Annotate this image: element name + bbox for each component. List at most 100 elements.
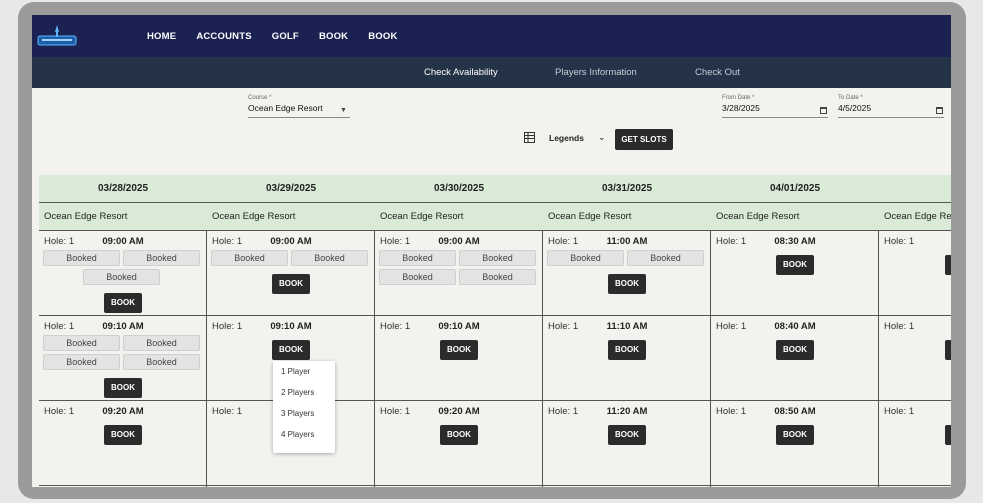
tee-time: 11:10 AM [606, 321, 648, 332]
tee-time-slot: Hole: 1 09:10 AM Booked Booked Booked Booked B… [39, 316, 207, 401]
day-column: 04Ocean Edge ResoHole: 1BOOKHole: 1BOOKH… [879, 175, 951, 487]
tee-time-slot: Hole: 1 BOOK [879, 231, 951, 316]
step-check-out[interactable]: Check Out [695, 57, 740, 88]
booked-chip: Booked [547, 250, 624, 266]
book-button[interactable]: BOOK [608, 340, 646, 360]
booked-chip: Booked [83, 269, 160, 285]
booked-chip: Booked [123, 250, 200, 266]
from-date-label: From Date * [722, 95, 755, 101]
book-button[interactable]: BOOK [272, 340, 310, 360]
day-column-date: 04/01/2025 [711, 175, 879, 203]
book-button[interactable]: BOOK [608, 425, 646, 445]
chevron-down-icon: ⌄ [597, 132, 606, 142]
tee-time-slot: Hole: 1 08:30 AM BOOK [711, 231, 879, 316]
player-count-menu: 1 Player 2 Players 3 Players 4 Players [273, 361, 335, 453]
from-date-value: 3/28/2025 [722, 103, 760, 113]
book-button[interactable]: BOOK [945, 255, 951, 275]
to-date-value: 4/5/2025 [838, 103, 872, 113]
legends-label: Legends [549, 132, 584, 143]
hole-label: Hole: 1 [884, 321, 915, 332]
booked-chip: Booked [43, 335, 120, 351]
book-button[interactable]: BOOK [104, 425, 142, 445]
nav-book[interactable]: BOOK [319, 31, 348, 42]
tee-time: 09:00 AM [438, 236, 480, 247]
tee-time-slot: Hole: 1 09:20 AM BOOK [375, 401, 543, 486]
nav-golf[interactable]: GOLF [272, 31, 299, 42]
menu-item-3-players[interactable]: 3 Players [273, 403, 335, 424]
nav-book-2[interactable]: BOOK [368, 31, 397, 42]
day-column-date: 03/28/2025 [39, 175, 207, 203]
to-date-field[interactable]: To Date * 4/5/2025 [838, 95, 944, 118]
booked-chip: Booked [291, 250, 368, 266]
day-column: 04/01/2025 Ocean Edge Resort Hole: 1 08:30 … [711, 175, 879, 487]
book-button[interactable]: BOOK [104, 378, 142, 398]
book-button[interactable]: BOOK [776, 340, 814, 360]
booked-chip: Booked [211, 250, 288, 266]
step-players-information[interactable]: Players Information [555, 57, 637, 88]
tee-time: 09:20 AM [102, 406, 144, 417]
day-column-course: Ocean Edge Resort [543, 203, 711, 231]
step-check-availability[interactable]: Check Availability [424, 57, 498, 88]
booked-chip: Booked [123, 335, 200, 351]
tee-time-slot: Hole: 1 09:00 AM Booked Booked BOOK [207, 231, 375, 316]
day-column-course: Ocean Edge Resort [711, 203, 879, 231]
tee-time: 08:30 AM [774, 236, 816, 247]
course-value: Ocean Edge Resort [248, 103, 323, 113]
booked-chip: Booked [459, 250, 536, 266]
tee-time-slot: Hole: 1 11:10 AM BOOK [543, 316, 711, 401]
tee-time: 09:00 AM [102, 236, 144, 247]
course-label: Course * [248, 95, 272, 101]
book-button[interactable]: BOOK [272, 274, 310, 294]
day-column: 03/30/2025 Ocean Edge Resort Hole: 1 09:00 … [375, 175, 543, 487]
tee-time: 08:40 AM [774, 321, 816, 332]
day-column-course: Ocean Edge Reso [879, 203, 951, 231]
book-button[interactable]: BOOK [945, 340, 951, 360]
book-button[interactable]: BOOK [608, 274, 646, 294]
hole-label: Hole: 1 [884, 406, 915, 417]
book-button[interactable]: BOOK [440, 425, 478, 445]
book-button[interactable]: BOOK [440, 340, 478, 360]
top-navbar: HOME ACCOUNTS GOLF BOOK BOOK [32, 15, 951, 57]
day-column-course: Ocean Edge Resort [375, 203, 543, 231]
booked-chip: Booked [43, 354, 120, 370]
nav-accounts[interactable]: ACCOUNTS [196, 31, 251, 42]
book-button[interactable]: BOOK [776, 425, 814, 445]
get-slots-button[interactable]: GET SLOTS [615, 129, 673, 150]
tee-time-slot: Hole: 1 08:50 AM BOOK [711, 401, 879, 486]
from-date-field[interactable]: From Date * 3/28/2025 [722, 95, 828, 118]
nav-home[interactable]: HOME [147, 31, 176, 42]
booking-steps: Check Availability Players Information C… [32, 57, 951, 88]
tee-time-slot: Hole: 1 11:00 AM Booked Booked BOOK [543, 231, 711, 316]
day-column-date: 03/31/2025 [543, 175, 711, 203]
tee-time-slot: Hole: 1 09:10 AM BOOK [375, 316, 543, 401]
tee-time-slot: Hole: 1 09:00 AM Booked Booked Booked Booked [375, 231, 543, 316]
booked-chip: Booked [123, 354, 200, 370]
menu-item-2-players[interactable]: 2 Players [273, 382, 335, 403]
calendar-icon[interactable] [820, 107, 827, 114]
tee-time: 11:20 AM [606, 406, 648, 417]
book-button[interactable]: BOOK [945, 425, 951, 445]
calendar-icon[interactable] [936, 107, 943, 114]
resort-logo-icon[interactable] [36, 23, 78, 49]
tee-time: 08:50 AM [774, 406, 816, 417]
course-select[interactable]: Course * Ocean Edge Resort ▼ [248, 95, 350, 118]
day-column-course: Ocean Edge Resort [39, 203, 207, 231]
day-column-course: Ocean Edge Resort [207, 203, 375, 231]
tee-time: 09:10 AM [270, 321, 312, 332]
menu-item-1-player[interactable]: 1 Player [273, 361, 335, 382]
book-button[interactable]: BOOK [776, 255, 814, 275]
menu-item-4-players[interactable]: 4 Players [273, 424, 335, 445]
tee-time: 09:10 AM [438, 321, 480, 332]
booked-chip: Booked [459, 269, 536, 285]
legends-dropdown[interactable]: Legends ⌄ [524, 132, 606, 143]
book-button[interactable]: BOOK [104, 293, 142, 313]
main-nav: HOME ACCOUNTS GOLF BOOK BOOK [147, 15, 418, 57]
tee-time-slot: Hole: 1 09:00 AM Booked Booked Booked BOOK [39, 231, 207, 316]
app-screen: HOME ACCOUNTS GOLF BOOK BOOK Check Avail… [32, 15, 951, 487]
booked-chip: Booked [627, 250, 704, 266]
tee-time-slot: Hole: 1 11:20 AM BOOK [543, 401, 711, 486]
tee-time: 09:10 AM [102, 321, 144, 332]
day-column-date: 03/30/2025 [375, 175, 543, 203]
day-column-date: 04 [879, 175, 951, 203]
hole-label: Hole: 1 [212, 406, 243, 417]
